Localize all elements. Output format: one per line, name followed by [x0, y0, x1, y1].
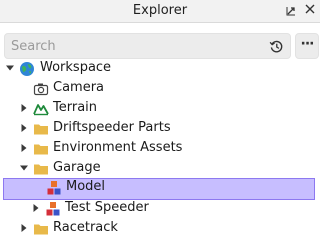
search-row: ···: [0, 23, 320, 59]
folder-icon: [34, 124, 48, 135]
tree-item-terrain[interactable]: Terrain: [0, 99, 320, 119]
chevron-right-icon[interactable]: [20, 124, 28, 132]
tree-item-camera[interactable]: Camera: [0, 79, 320, 99]
tree-item-environment-assets[interactable]: Environment Assets: [0, 139, 320, 159]
terrain-icon: [33, 104, 49, 116]
tree-item-model[interactable]: Model: [3, 178, 315, 200]
chevron-right-icon[interactable]: [20, 104, 28, 112]
chevron-right-icon[interactable]: [20, 224, 28, 232]
folder-icon: [34, 164, 48, 175]
tree-item-label: Garage: [53, 160, 101, 175]
tree-item-label: Test Speeder: [65, 200, 149, 215]
globe-icon: [20, 62, 34, 76]
tree-item-label: Racetrack: [53, 220, 118, 235]
history-icon[interactable]: [269, 39, 284, 54]
model-icon: [47, 181, 61, 195]
tree-item-test-speeder[interactable]: Test Speeder: [0, 199, 320, 219]
chevron-right-icon[interactable]: [32, 204, 40, 212]
search-box[interactable]: [4, 33, 291, 59]
window-title: Explorer: [132, 3, 188, 18]
tree-item-label: Camera: [53, 80, 105, 95]
tree-item-driftspeeder-parts[interactable]: Driftspeeder Parts: [0, 119, 320, 139]
tree-item-label: Environment Assets: [53, 140, 183, 155]
tree-item-label: Model: [66, 179, 106, 194]
close-icon[interactable]: [304, 4, 316, 18]
folder-icon: [34, 224, 48, 235]
folder-icon: [34, 144, 48, 155]
camera-icon: [33, 83, 49, 96]
more-options-button[interactable]: ···: [295, 33, 319, 59]
explorer-window: Explorer ···: [0, 0, 320, 240]
chevron-right-icon[interactable]: [20, 144, 28, 152]
model-icon: [46, 202, 60, 216]
undock-icon[interactable]: [286, 4, 298, 18]
title-bar: Explorer: [0, 0, 320, 23]
tree-item-label: Driftspeeder Parts: [53, 120, 171, 135]
title-bar-controls: [286, 4, 316, 18]
tree-item-racetrack[interactable]: Racetrack: [0, 219, 320, 239]
tree-item-label: Terrain: [53, 100, 98, 115]
tree-item-label: Workspace: [40, 60, 112, 75]
chevron-down-icon[interactable]: [6, 64, 14, 72]
search-input[interactable]: [11, 37, 261, 55]
chevron-down-icon[interactable]: [20, 164, 28, 172]
ellipsis-icon: ···: [300, 36, 315, 52]
tree-item-garage[interactable]: Garage: [0, 159, 320, 179]
tree-item-workspace[interactable]: Workspace: [0, 59, 320, 79]
